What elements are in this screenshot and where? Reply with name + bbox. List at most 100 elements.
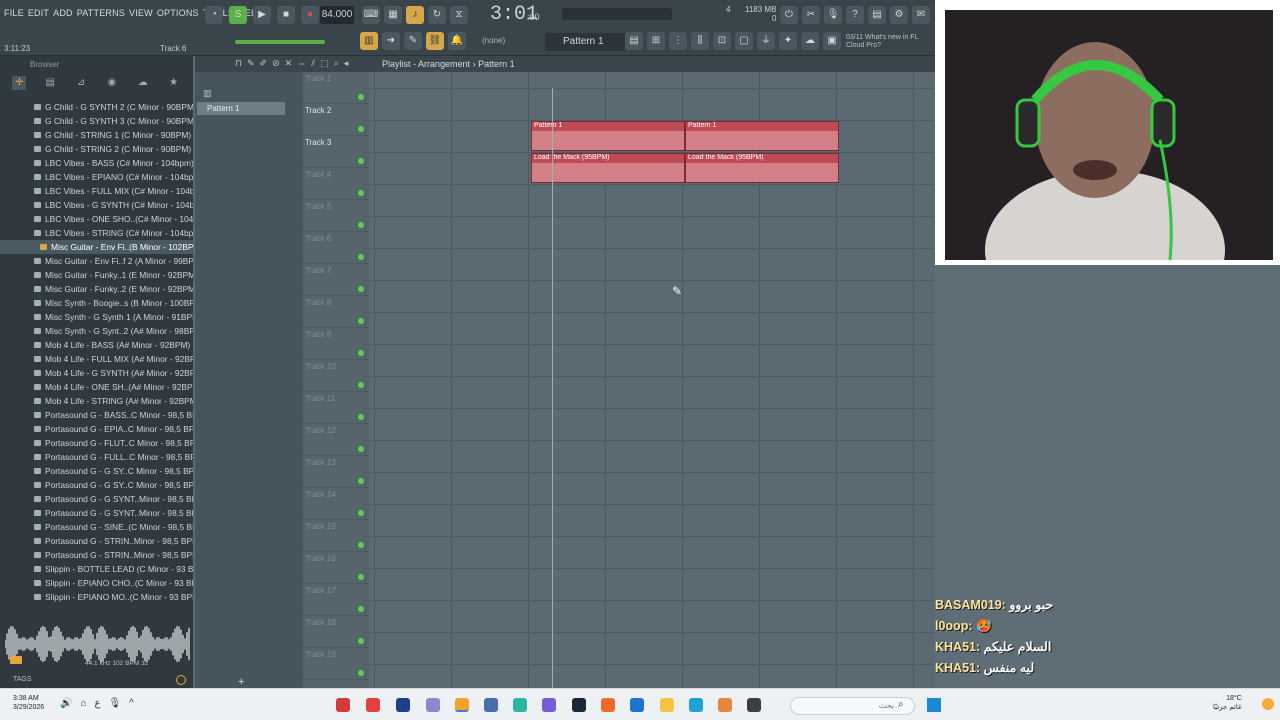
track-header[interactable]: Track 14 xyxy=(303,488,369,520)
browser-item[interactable]: Portasound G - FLUT..C Minor - 98,5 BPM) xyxy=(0,436,193,450)
track-enable-led[interactable] xyxy=(358,318,364,324)
track-header[interactable]: Track 5 xyxy=(303,200,369,232)
browser-plugin-icon[interactable]: ⊿ xyxy=(74,76,88,90)
browser-item[interactable]: Slippin - EPIANO MO..(C Minor - 93 BPM) xyxy=(0,590,193,604)
browser-item[interactable]: Portasound G - BASS..C Minor - 98,5 BPM) xyxy=(0,408,193,422)
pl-delete-icon[interactable]: ⊘ xyxy=(272,58,280,69)
track-enable-led[interactable] xyxy=(358,478,364,484)
browser-item[interactable]: G Child - G SYNTH 2 (C Minor - 90BPM) xyxy=(0,100,193,114)
browser-item[interactable]: Misc Synth - G Synth 1 (A Minor - 91BPM) xyxy=(0,310,193,324)
chevron-up-icon[interactable]: ^ xyxy=(129,698,134,709)
menu-item-view[interactable]: VIEW xyxy=(129,8,153,18)
countdown-icon[interactable]: ⧖ xyxy=(450,6,468,24)
track-header[interactable]: Track 15 xyxy=(303,520,369,552)
playlist-clip[interactable]: Pattern 1 xyxy=(685,121,839,151)
app-icon-8[interactable] xyxy=(542,698,556,712)
browser-item[interactable]: Portasound G - EPIA..C Minor - 98,5 BPM) xyxy=(0,422,193,436)
browser-library-icon[interactable]: ◉ xyxy=(105,76,119,90)
browser-item[interactable]: Portasound G - G SYNT..Minor - 98,5 BPM) xyxy=(0,492,193,506)
playlist-clip[interactable]: Pattern 1 xyxy=(531,121,685,151)
stop-button[interactable]: ■ xyxy=(277,6,295,24)
metronome-icon[interactable]: ◔ xyxy=(205,6,223,24)
typing-keyboard-icon[interactable]: ⌨ xyxy=(362,6,380,24)
browser-item[interactable]: Misc Synth - G Synt..2 (A# Minor - 98BPM… xyxy=(0,324,193,338)
track-header[interactable]: Track 7 xyxy=(303,264,369,296)
browser-item[interactable]: Portasound G - STRIN..Minor - 98,5 BPM) xyxy=(0,548,193,562)
play-button[interactable]: ▶ xyxy=(253,6,271,24)
browser-item[interactable]: Slippin - EPIANO CHO..(C Minor - 93 BPM) xyxy=(0,576,193,590)
steam-icon[interactable] xyxy=(572,698,586,712)
volume-icon[interactable]: 🔊 xyxy=(60,698,72,709)
track-enable-led[interactable] xyxy=(358,574,364,580)
browser-item[interactable]: LBC Vibes - STRING (C# Minor - 104bpm) xyxy=(0,226,193,240)
taskbar-search[interactable]: بحث xyxy=(790,697,915,715)
track-header[interactable]: Track 18 xyxy=(303,616,369,648)
track-header[interactable]: Track 16 xyxy=(303,552,369,584)
track-enable-led[interactable] xyxy=(358,286,364,292)
firefox-icon[interactable] xyxy=(601,698,615,712)
chat-icon[interactable]: ✉ xyxy=(912,6,930,24)
track-enable-led[interactable] xyxy=(358,606,364,612)
browser-item[interactable]: LBC Vibes - BASS (C# Minor - 104bpm) xyxy=(0,156,193,170)
master-volume-slider[interactable] xyxy=(562,8,672,20)
browser-item[interactable]: Slippin - BOTTLE LEAD (C Minor - 93 BPM) xyxy=(0,562,193,576)
browser-item[interactable]: Misc Guitar - Env Fi..(B Minor - 102BPM) xyxy=(0,240,193,254)
link-icon[interactable]: ⛓ xyxy=(426,32,444,50)
menu-item-edit[interactable]: EDIT xyxy=(28,8,49,18)
browser-item[interactable]: Mob 4 Life - FULL MIX (A# Minor - 92BPM) xyxy=(0,352,193,366)
playlist-clip[interactable]: Load the Mack (95BPM) xyxy=(685,153,839,183)
browser-star-icon[interactable]: ★ xyxy=(167,76,181,90)
browser-item[interactable]: LBC Vibes - FULL MIX (C# Minor - 104bpm) xyxy=(0,184,193,198)
browser-project-icon[interactable]: ▤ xyxy=(43,76,57,90)
edge-icon[interactable] xyxy=(689,698,703,712)
pl-magnet-icon[interactable]: ⊓ xyxy=(235,58,242,69)
power-icon[interactable]: ⏻ xyxy=(780,6,798,24)
bell-icon[interactable]: 🔔 xyxy=(448,32,466,50)
track-enable-led[interactable] xyxy=(358,254,364,260)
pattern-picker-item[interactable]: Pattern 1 xyxy=(197,102,285,115)
track-enable-led[interactable] xyxy=(358,382,364,388)
menu-item-options[interactable]: OPTIONS xyxy=(157,8,199,18)
browser-item[interactable]: Portasound G - G SYNT..Minor - 98,5 BPM) xyxy=(0,506,193,520)
track-enable-led[interactable] xyxy=(358,542,364,548)
pl-play-icon[interactable]: ◂ xyxy=(344,58,349,69)
track-enable-led[interactable] xyxy=(358,670,364,676)
track-header[interactable]: Track 4 xyxy=(303,168,369,200)
pl-mute-icon[interactable]: ✕ xyxy=(285,58,293,69)
loop-record-icon[interactable]: ↻ xyxy=(428,6,446,24)
mic-tray-icon[interactable]: 🎙 xyxy=(108,698,121,709)
track-enable-led[interactable] xyxy=(358,126,364,132)
track-enable-led[interactable] xyxy=(358,414,364,420)
blend-notes-icon[interactable]: ♪ xyxy=(406,6,424,24)
preview-play-icon[interactable] xyxy=(10,656,22,664)
browser-item[interactable]: Portasound G - G SY..C Minor - 98,5 BPM) xyxy=(0,464,193,478)
browser-item[interactable]: Portasound G - FULL..C Minor - 98,5 BPM) xyxy=(0,450,193,464)
track-header[interactable]: Track 1 xyxy=(303,72,369,104)
pencil-icon[interactable]: ✎ xyxy=(404,32,422,50)
add-track-icon[interactable]: + xyxy=(238,676,244,688)
browser-item[interactable]: LBC Vibes - ONE SHO..(C# Minor - 104bpm) xyxy=(0,212,193,226)
browser-item[interactable]: Portasound G - G SY..C Minor - 98,5 BPM) xyxy=(0,478,193,492)
mixer-icon[interactable]: ⫼ xyxy=(691,32,709,50)
browser-cloud-icon[interactable]: ☁ xyxy=(136,76,150,90)
track-enable-led[interactable] xyxy=(358,510,364,516)
app-icon-6[interactable] xyxy=(484,698,498,712)
track-header[interactable]: Track 17 xyxy=(303,584,369,616)
menu-item-add[interactable]: ADD xyxy=(53,8,73,18)
arrangement-grid[interactable]: Pattern 1 Pattern 1 Load the Mack (95BPM) L… xyxy=(369,72,935,688)
start-icon[interactable] xyxy=(927,698,941,712)
step-edit-icon[interactable]: ▦ xyxy=(384,6,402,24)
browser-item[interactable]: Mob 4 Life - G SYNTH (A# Minor - 92BPM) xyxy=(0,366,193,380)
search-icon-taskbar[interactable]: ⌕ xyxy=(898,699,904,710)
browser-item[interactable]: Misc Guitar - Funky..1 (E Minor - 92BPM) xyxy=(0,268,193,282)
track-enable-led[interactable] xyxy=(358,446,364,452)
browser-item[interactable]: G Child - G SYNTH 3 (C Minor - 90BPM) xyxy=(0,114,193,128)
chrome-icon[interactable] xyxy=(718,698,732,712)
app-icon-2[interactable] xyxy=(366,698,380,712)
stamp-icon[interactable]: ▥ xyxy=(360,32,378,50)
browser-item[interactable]: Misc Guitar - Funky..2 (E Minor - 92BPM) xyxy=(0,282,193,296)
search-icon[interactable] xyxy=(176,675,186,685)
snap-select[interactable]: (none) xyxy=(482,36,505,45)
browser-item[interactable]: Portasound G - STRIN..Minor - 98,5 BPM) xyxy=(0,534,193,548)
plugin-picker-icon[interactable]: ⊡ xyxy=(713,32,731,50)
